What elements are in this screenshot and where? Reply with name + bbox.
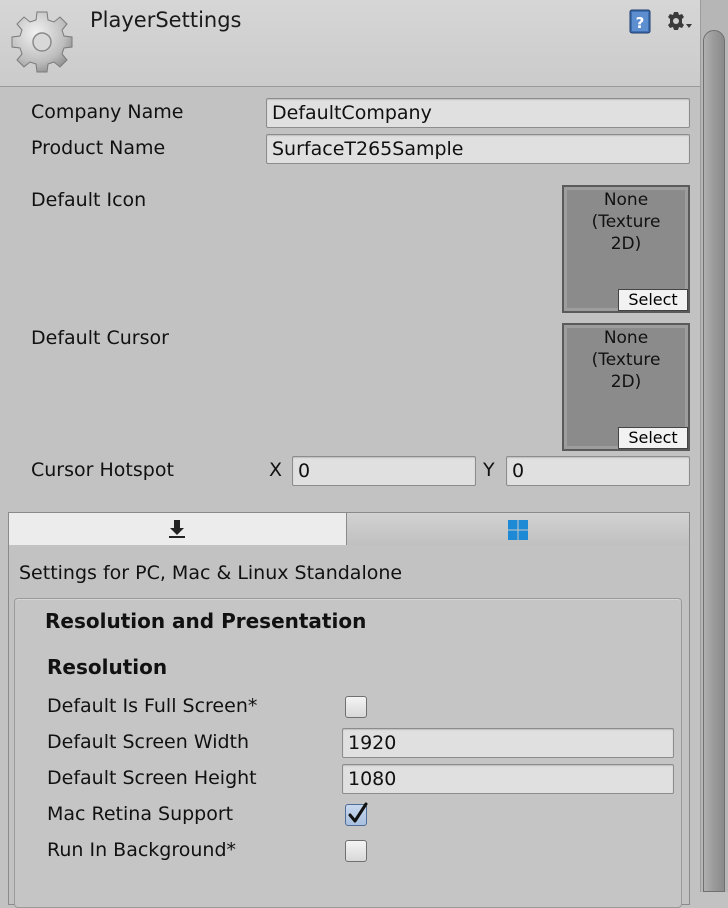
download-arrow-icon <box>169 520 185 538</box>
page-title: PlayerSettings <box>90 8 242 32</box>
hotspot-x-field[interactable]: 0 <box>292 456 476 486</box>
hotspot-x-label: X <box>269 459 283 481</box>
help-book-icon[interactable]: ? <box>628 9 654 35</box>
tab-standalone[interactable] <box>9 513 347 545</box>
screen-width-label: Default Screen Width <box>47 731 250 753</box>
product-name-label: Product Name <box>31 137 166 159</box>
platform-tabs <box>8 512 690 546</box>
default-cursor-value: None (Texture 2D) <box>591 328 661 392</box>
checkmark-icon <box>348 802 368 823</box>
company-name-field[interactable]: DefaultCompany <box>266 98 690 128</box>
default-cursor-label: Default Cursor <box>31 327 169 349</box>
run-in-background-label: Run In Background* <box>47 839 237 861</box>
platform-heading: Settings for PC, Mac & Linux Standalone <box>19 562 403 584</box>
subsection-title-resolution: Resolution <box>47 655 168 679</box>
scrollbar-thumb[interactable] <box>703 30 725 892</box>
hotspot-y-field[interactable]: 0 <box>506 456 690 486</box>
section-title-resolution-presentation[interactable]: Resolution and Presentation <box>45 609 366 633</box>
settings-menu-icon[interactable] <box>664 8 694 36</box>
default-cursor-field[interactable]: None (Texture 2D) Select <box>562 323 690 451</box>
full-screen-checkbox[interactable] <box>345 696 367 718</box>
vertical-scrollbar[interactable] <box>700 0 728 892</box>
cursor-hotspot-label: Cursor Hotspot <box>31 459 174 481</box>
mac-retina-checkbox[interactable] <box>345 802 368 826</box>
default-icon-field[interactable]: None (Texture 2D) Select <box>562 185 690 313</box>
mac-retina-label: Mac Retina Support <box>47 803 234 825</box>
company-name-label: Company Name <box>31 101 184 123</box>
default-icon-value: None (Texture 2D) <box>591 190 661 254</box>
product-name-field[interactable]: SurfaceT265Sample <box>266 134 690 164</box>
windows-logo-icon <box>508 520 528 540</box>
default-cursor-select-button[interactable]: Select <box>618 427 688 449</box>
default-icon-label: Default Icon <box>31 189 147 211</box>
tab-windows-store[interactable] <box>347 513 689 545</box>
hotspot-y-label: Y <box>483 459 495 481</box>
full-screen-label: Default Is Full Screen* <box>47 695 258 717</box>
gear-icon <box>11 11 73 73</box>
screen-height-field[interactable]: 1080 <box>342 764 674 794</box>
screen-height-label: Default Screen Height <box>47 767 257 789</box>
default-icon-select-button[interactable]: Select <box>618 289 688 311</box>
svg-text:?: ? <box>636 14 645 32</box>
screen-width-field[interactable]: 1920 <box>342 728 674 758</box>
run-in-background-checkbox[interactable] <box>345 840 367 862</box>
